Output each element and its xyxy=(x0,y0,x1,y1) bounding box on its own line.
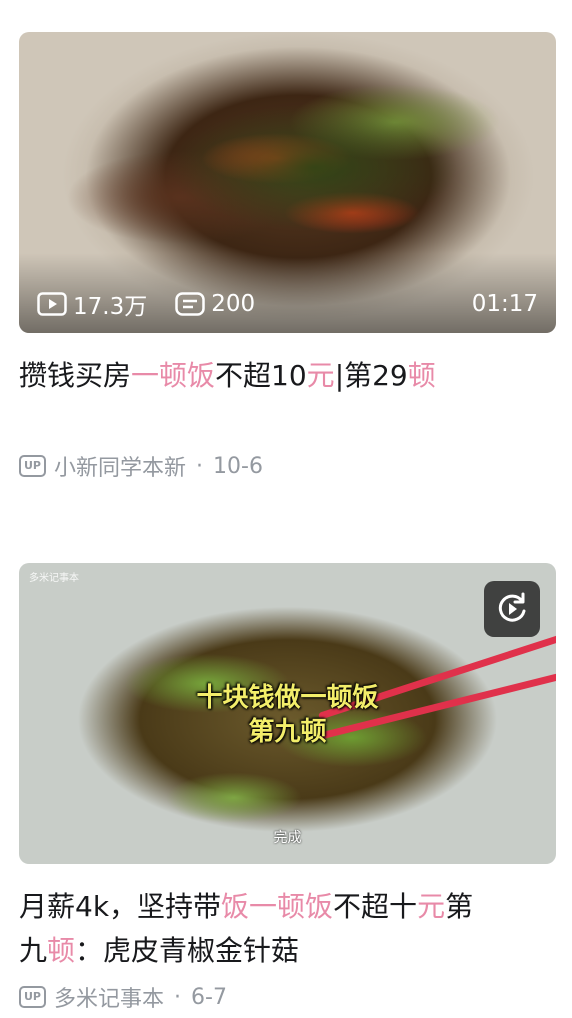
up-badge-icon: UP xyxy=(19,455,46,477)
video-thumbnail[interactable]: 多米记事本 十块钱做一顿饭 第九顿 完成 xyxy=(19,563,556,864)
title-part-highlight: 元 xyxy=(306,359,335,392)
separator-dot: · xyxy=(196,453,204,479)
video-card-2[interactable]: 多米记事本 十块钱做一顿饭 第九顿 完成 xyxy=(19,563,556,864)
video-thumbnail[interactable]: 17.3万 200 01:17 xyxy=(19,32,556,333)
title-part-highlight: 元 xyxy=(417,890,446,923)
video-meta-2: UP 多米记事本 · 6-7 xyxy=(19,981,556,1013)
title-part: 不超十 xyxy=(333,890,418,923)
title-part-highlight: 顿 xyxy=(47,934,76,967)
comment-icon xyxy=(175,292,205,316)
video-card-1-info: 攒钱买房一顿饭不超10元|第29顿 xyxy=(19,354,556,398)
comments-stat: 200 xyxy=(175,291,255,317)
publish-date: 10-6 xyxy=(213,453,263,479)
title-part: ：虎皮青椒金针菇 xyxy=(75,934,300,967)
video-card-2-info: 月薪4k，坚持带饭一顿饭不超十元第九顿：虎皮青椒金针菇 xyxy=(19,885,556,973)
video-caption-line1: 十块钱做一顿饭 xyxy=(196,683,379,713)
title-part: |第29 xyxy=(334,359,408,392)
separator-dot: · xyxy=(174,984,182,1010)
author-name[interactable]: 多米记事本 xyxy=(54,981,164,1013)
play-count-icon xyxy=(37,292,67,316)
title-part: 第 xyxy=(445,890,474,923)
title-part: 不超10 xyxy=(215,359,307,392)
publish-date: 6-7 xyxy=(191,984,227,1010)
thumbnail-stats: 17.3万 200 01:17 xyxy=(19,287,556,321)
video-card-1[interactable]: 17.3万 200 01:17 xyxy=(19,32,556,333)
comment-count: 200 xyxy=(211,291,256,317)
video-duration: 01:17 xyxy=(471,291,538,317)
up-badge-icon: UP xyxy=(19,986,46,1008)
video-caption-small: 完成 xyxy=(273,830,302,846)
title-part-highlight: 顿 xyxy=(407,359,436,392)
video-caption-line2: 第九顿 xyxy=(248,717,327,747)
replay-icon xyxy=(498,592,526,622)
view-count: 17.3万 xyxy=(73,294,148,320)
watermark: 多米记事本 xyxy=(29,573,79,584)
title-part: 九 xyxy=(19,934,48,967)
video-title[interactable]: 月薪4k，坚持带饭一顿饭不超十元第九顿：虎皮青椒金针菇 xyxy=(19,885,556,973)
author-name[interactable]: 小新同学本新 xyxy=(54,450,186,482)
video-meta-1: UP 小新同学本新 · 10-6 xyxy=(19,450,556,482)
title-part: 月薪4k，坚持带 xyxy=(19,890,222,923)
replay-button[interactable] xyxy=(484,581,540,637)
title-part-highlight: 一顿饭 xyxy=(131,359,216,392)
title-part-highlight: 饭一顿饭 xyxy=(221,890,334,923)
title-part: 攒钱买房 xyxy=(19,359,132,392)
video-title[interactable]: 攒钱买房一顿饭不超10元|第29顿 xyxy=(19,354,556,398)
views-stat: 17.3万 xyxy=(37,287,147,321)
